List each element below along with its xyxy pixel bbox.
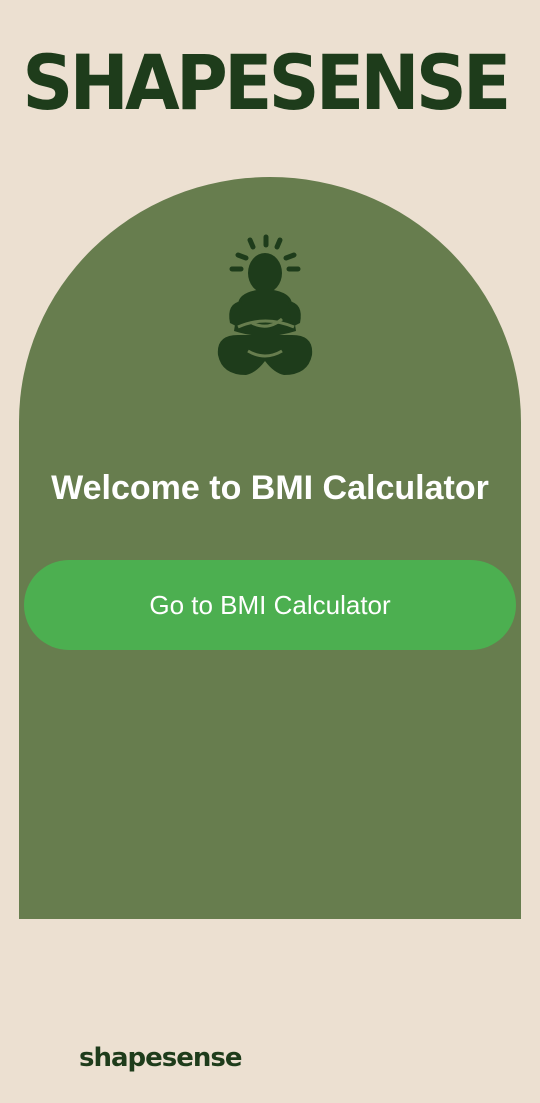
meditation-figure-icon [217, 234, 313, 375]
footer-brand: shapesense [79, 1043, 243, 1073]
welcome-heading: Welcome to BMI Calculator [51, 469, 489, 507]
cta-label: Go to BMI Calculator [149, 589, 391, 620]
brand-title: SHAPESENSE [22, 38, 511, 127]
go-to-bmi-calculator-button[interactable]: Go to BMI Calculator [24, 560, 516, 650]
